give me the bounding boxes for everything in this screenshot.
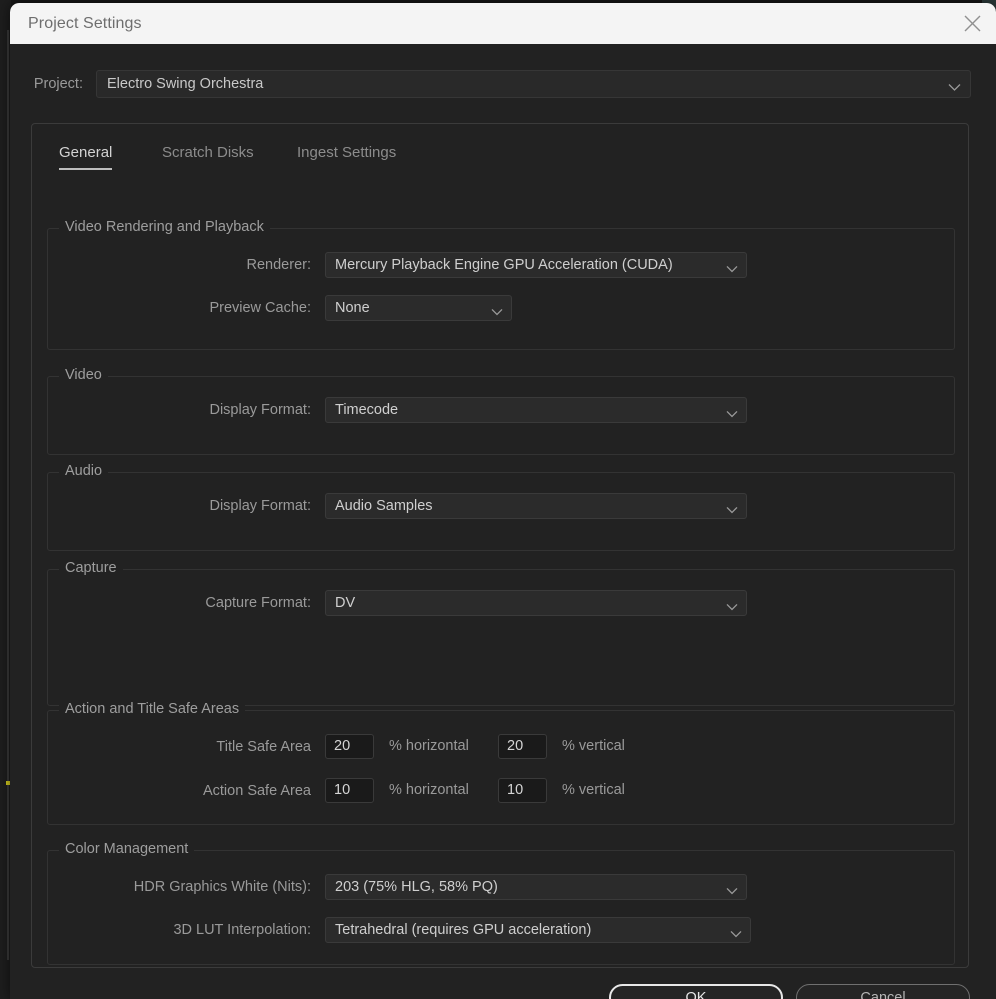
dialog-title: Project Settings [28, 15, 142, 32]
tab-bar: General Scratch Disks Ingest Settings [32, 144, 968, 176]
group-legend: Audio [59, 463, 109, 479]
video-display-format-label: Display Format: [209, 402, 311, 418]
cancel-button[interactable]: Cancel [796, 984, 970, 999]
hdr-graphics-white-select[interactable]: 203 (75% HLG, 58% PQ) [325, 874, 747, 900]
title-safe-horizontal-unit: % horizontal [389, 738, 469, 754]
group-action-and-title-safe-areas: Action and Title Safe Areas Title Safe A… [47, 701, 955, 825]
lut-interpolation-select[interactable]: Tetrahedral (requires GPU acceleration) [325, 917, 751, 943]
background-rail [7, 30, 9, 960]
chevron-down-icon [726, 501, 738, 519]
preview-cache-label: Preview Cache: [209, 300, 311, 316]
tab-ingest-settings[interactable]: Ingest Settings [297, 144, 396, 168]
title-safe-horizontal-input[interactable]: 20 [325, 734, 374, 759]
audio-display-format-select[interactable]: Audio Samples [325, 493, 747, 519]
close-icon[interactable] [948, 3, 996, 44]
audio-display-format-label: Display Format: [209, 498, 311, 514]
chevron-down-icon [948, 79, 961, 97]
action-safe-area-label: Action Safe Area [202, 783, 311, 799]
capture-format-label: Capture Format: [205, 595, 311, 611]
chevron-down-icon [726, 882, 738, 900]
ok-button[interactable]: OK [609, 984, 783, 999]
group-video-rendering-and-playback: Video Rendering and Playback Renderer: M… [47, 219, 955, 350]
group-video: Video Display Format: Timecode [47, 367, 955, 455]
title-safe-vertical-unit: % vertical [562, 738, 625, 754]
action-safe-horizontal-input[interactable]: 10 [325, 778, 374, 803]
project-select[interactable]: Electro Swing Orchestra [96, 70, 971, 98]
dialog-body: Project: Electro Swing Orchestra General… [10, 44, 996, 999]
chevron-down-icon [726, 260, 738, 278]
group-legend: Capture [59, 560, 123, 576]
tab-scratch-disks[interactable]: Scratch Disks [162, 144, 254, 168]
group-legend: Video Rendering and Playback [59, 219, 270, 235]
video-display-format-value: Timecode [335, 402, 399, 418]
chevron-down-icon [726, 598, 738, 616]
hdr-graphics-white-label: HDR Graphics White (Nits): [133, 879, 311, 895]
dialog-titlebar: Project Settings [10, 3, 996, 44]
group-audio: Audio Display Format: Audio Samples [47, 463, 955, 551]
project-label: Project: [33, 76, 83, 92]
video-display-format-select[interactable]: Timecode [325, 397, 747, 423]
action-safe-vertical-unit: % vertical [562, 782, 625, 798]
group-color-management: Color Management HDR Graphics White (Nit… [47, 841, 955, 965]
capture-format-select[interactable]: DV [325, 590, 747, 616]
action-safe-vertical-input[interactable]: 10 [498, 778, 547, 803]
preview-cache-select[interactable]: None [325, 295, 512, 321]
group-legend: Video [59, 367, 108, 383]
title-safe-horizontal-value: 20 [334, 738, 351, 754]
action-safe-horizontal-unit: % horizontal [389, 782, 469, 798]
dialog-footer: OK Cancel [10, 984, 996, 999]
title-safe-vertical-value: 20 [507, 738, 524, 754]
action-safe-vertical-value: 10 [507, 782, 524, 798]
action-safe-horizontal-value: 10 [334, 782, 351, 798]
hdr-graphics-white-value: 203 (75% HLG, 58% PQ) [335, 879, 498, 895]
chevron-down-icon [726, 405, 738, 423]
project-row: Project: Electro Swing Orchestra [10, 70, 996, 98]
lut-interpolation-value: Tetrahedral (requires GPU acceleration) [335, 922, 592, 938]
chevron-down-icon [491, 303, 503, 321]
tab-general[interactable]: General [59, 144, 113, 170]
preview-cache-select-value: None [335, 300, 370, 316]
renderer-select-value: Mercury Playback Engine GPU Acceleration… [335, 257, 673, 273]
capture-format-value: DV [335, 595, 356, 611]
group-legend: Color Management [59, 841, 195, 857]
chevron-down-icon [730, 925, 742, 943]
renderer-label: Renderer: [246, 257, 311, 273]
renderer-select[interactable]: Mercury Playback Engine GPU Acceleration… [325, 252, 747, 278]
group-legend: Action and Title Safe Areas [59, 701, 246, 717]
project-select-value: Electro Swing Orchestra [107, 76, 264, 92]
group-capture: Capture Capture Format: DV [47, 560, 955, 706]
audio-display-format-value: Audio Samples [335, 498, 433, 514]
lut-interpolation-label: 3D LUT Interpolation: [173, 922, 311, 938]
title-safe-vertical-input[interactable]: 20 [498, 734, 547, 759]
project-settings-dialog: Project Settings Project: Electro Swing … [10, 3, 996, 999]
title-safe-area-label: Title Safe Area [216, 739, 311, 755]
settings-panel: General Scratch Disks Ingest Settings Vi… [31, 123, 969, 968]
